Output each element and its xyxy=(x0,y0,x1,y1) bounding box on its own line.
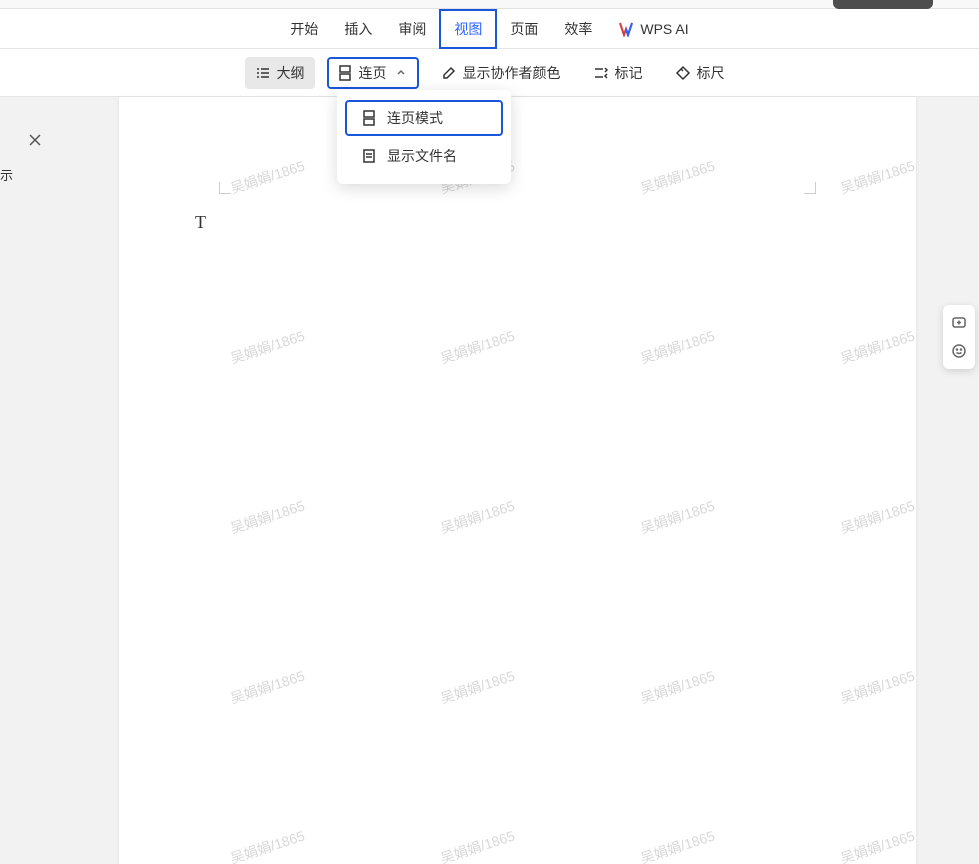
watermark: 吴娟娟/1865 xyxy=(838,496,916,539)
ruler-icon xyxy=(675,65,691,81)
floating-tools xyxy=(943,305,975,369)
chevron-up-icon xyxy=(393,65,409,81)
continuous-page-label: 连页 xyxy=(359,63,387,83)
continuous-mode-label: 连页模式 xyxy=(387,108,443,128)
wps-ai-label: WPS AI xyxy=(640,21,688,37)
menu-view[interactable]: 视图 xyxy=(439,9,497,49)
watermark: 吴娟娟/1865 xyxy=(838,666,916,709)
filename-icon xyxy=(361,148,377,164)
watermark: 吴娟娟/1865 xyxy=(438,666,517,709)
sidebar-label-partial: 示 xyxy=(0,165,13,184)
continuous-page-button[interactable]: 连页 xyxy=(327,57,419,89)
ruler-button[interactable]: 标尺 xyxy=(665,57,735,89)
show-filename-item[interactable]: 显示文件名 xyxy=(345,138,503,174)
watermark: 吴娟娟/1865 xyxy=(838,156,916,199)
marks-icon xyxy=(593,65,609,81)
watermark: 吴娟娟/1865 xyxy=(228,326,307,369)
outline-icon xyxy=(255,65,271,81)
watermark: 吴娟娟/1865 xyxy=(228,496,307,539)
ruler-label: 标尺 xyxy=(697,63,725,83)
continuous-page-icon xyxy=(337,65,353,81)
watermark: 吴娟娟/1865 xyxy=(228,156,307,199)
marks-label: 标记 xyxy=(615,63,643,83)
menu-insert[interactable]: 插入 xyxy=(331,11,385,47)
wps-ai-button[interactable]: WPS AI xyxy=(605,13,701,45)
wps-ai-icon xyxy=(618,21,634,37)
outline-button[interactable]: 大纲 xyxy=(245,57,315,89)
menu-efficiency[interactable]: 效率 xyxy=(551,11,605,47)
watermark: 吴娟娟/1865 xyxy=(228,826,307,864)
watermark: 吴娟娟/1865 xyxy=(638,326,717,369)
watermark: 吴娟娟/1865 xyxy=(638,826,717,864)
collab-color-button[interactable]: 显示协作者颜色 xyxy=(431,57,571,89)
document-page[interactable]: T 吴娟娟/1865 吴娟娟/1865 吴娟娟/1865 吴娟娟/1865 吴娟娟/18… xyxy=(119,97,916,864)
outline-label: 大纲 xyxy=(277,63,305,83)
tab-shadow xyxy=(833,0,933,9)
document-container: T 吴娟娟/1865 吴娟娟/1865 吴娟娟/1865 吴娟娟/1865 吴娟娟/18… xyxy=(56,97,979,864)
continuous-mode-item[interactable]: 连页模式 xyxy=(345,100,503,136)
main-area: 示 T 吴娟娟/1865 吴娟娟/1865 吴娟娟/1865 吴娟娟/1865 吴娟娟/… xyxy=(0,97,979,864)
watermark: 吴娟娟/1865 xyxy=(638,666,717,709)
emoji-tool-button[interactable] xyxy=(945,337,973,365)
menu-start[interactable]: 开始 xyxy=(277,11,331,47)
close-sidebar-button[interactable] xyxy=(28,131,42,152)
continuous-mode-icon xyxy=(361,110,377,126)
watermark: 吴娟娟/1865 xyxy=(228,666,307,709)
left-sidebar: 示 xyxy=(0,97,56,864)
watermark: 吴娟娟/1865 xyxy=(638,156,717,199)
comment-tool-button[interactable] xyxy=(945,309,973,337)
watermark: 吴娟娟/1865 xyxy=(638,496,717,539)
menu-bar: 开始 插入 审阅 视图 页面 效率 WPS AI xyxy=(0,9,979,49)
watermark: 吴娟娟/1865 xyxy=(838,826,916,864)
show-filename-label: 显示文件名 xyxy=(387,146,457,166)
watermark: 吴娟娟/1865 xyxy=(438,826,517,864)
watermark: 吴娟娟/1865 xyxy=(438,326,517,369)
page-margin-corner-tl xyxy=(219,182,231,194)
watermark: 吴娟娟/1865 xyxy=(438,496,517,539)
text-cursor-glyph: T xyxy=(195,212,206,233)
watermark: 吴娟娟/1865 xyxy=(838,326,916,369)
marks-button[interactable]: 标记 xyxy=(583,57,653,89)
menu-review[interactable]: 审阅 xyxy=(385,11,439,47)
page-margin-corner-tr xyxy=(804,182,816,194)
menu-page[interactable]: 页面 xyxy=(497,11,551,47)
continuous-page-dropdown: 连页模式 显示文件名 xyxy=(337,90,511,184)
pen-icon xyxy=(441,65,457,81)
collab-color-label: 显示协作者颜色 xyxy=(463,63,561,83)
